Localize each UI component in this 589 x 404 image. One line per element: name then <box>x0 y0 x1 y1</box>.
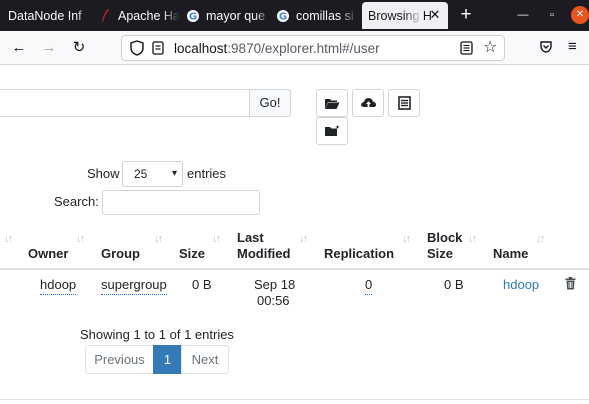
column-header-replication[interactable]: Replication <box>324 246 394 262</box>
tab-comillas[interactable]: G comillas si <box>276 0 358 31</box>
search-input[interactable] <box>102 190 260 215</box>
shield-icon[interactable] <box>130 40 144 59</box>
maximize-button[interactable]: ▫ <box>543 6 561 24</box>
column-header-size[interactable]: Size <box>179 246 205 262</box>
sort-icon[interactable]: ↓↑ <box>212 233 221 245</box>
column-header-name[interactable]: Name <box>493 246 528 262</box>
group-cell[interactable]: supergroup <box>101 277 167 295</box>
tab-mayor-que[interactable]: G mayor que <box>186 0 272 31</box>
google-icon: G <box>186 9 200 23</box>
close-tab-icon[interactable]: ✕ <box>428 8 442 22</box>
tab-browsing-hdfs[interactable]: Browsing H ✕ <box>362 2 448 29</box>
previous-button[interactable]: Previous <box>85 345 154 374</box>
page-1-button[interactable]: 1 <box>153 345 182 374</box>
size-cell: 0 B <box>192 277 212 292</box>
google-icon: G <box>276 9 290 23</box>
trash-icon[interactable] <box>565 277 576 293</box>
tab-strip: DataNode Inf Apache Ha G mayor que G com… <box>0 0 589 31</box>
column-header-block-size[interactable]: Block Size <box>427 230 467 262</box>
name-link[interactable]: hdoop <box>503 277 539 293</box>
sort-icon[interactable]: ↓↑ <box>402 233 411 245</box>
show-label: Show <box>87 166 120 181</box>
go-button[interactable]: Go! <box>249 89 291 117</box>
reload-icon[interactable]: ↻ <box>70 39 88 57</box>
sort-icon[interactable]: ↓↑ <box>4 233 13 245</box>
folder-open-icon[interactable] <box>316 89 348 117</box>
page-info-icon[interactable] <box>152 41 164 58</box>
modified-time-cell: 00:56 <box>257 293 290 308</box>
minimize-button[interactable]: — <box>514 6 532 24</box>
replication-cell[interactable]: 0 <box>365 277 373 295</box>
apache-feather-icon <box>98 8 112 23</box>
chevron-down-icon: ▾ <box>171 168 177 179</box>
address-bar[interactable]: localhost:9870/explorer.html#/user ☆ <box>121 35 505 61</box>
list-icon[interactable] <box>388 89 420 117</box>
tab-label: DataNode Inf <box>8 8 82 23</box>
owner-cell[interactable]: hdoop <box>40 277 77 295</box>
page-size-value: 25 <box>134 167 148 181</box>
tab-apache[interactable]: Apache Ha <box>98 0 180 31</box>
search-label: Search: <box>54 194 99 209</box>
pagination-info: Showing 1 to 1 of 1 entries <box>80 327 234 342</box>
svg-text:G: G <box>279 11 287 22</box>
upload-cloud-icon[interactable] <box>352 89 384 117</box>
hamburger-menu-icon[interactable]: ≡ <box>568 38 577 55</box>
sort-icon[interactable]: ↓↑ <box>299 233 308 245</box>
forward-arrow-icon[interactable]: → <box>40 39 58 57</box>
entries-label: entries <box>187 166 227 181</box>
column-header-group[interactable]: Group <box>101 246 140 262</box>
url-text: localhost:9870/explorer.html#/user <box>174 41 380 56</box>
svg-text:G: G <box>189 11 197 22</box>
create-folder-icon[interactable] <box>316 117 348 145</box>
sort-icon[interactable]: ↓↑ <box>536 233 545 245</box>
footer-divider <box>0 399 589 400</box>
new-tab-button[interactable]: + <box>455 4 477 26</box>
column-header-last-modified[interactable]: Last Modified <box>237 230 297 262</box>
block-size-cell: 0 B <box>444 277 464 292</box>
reader-view-icon[interactable] <box>460 41 473 58</box>
next-button[interactable]: Next <box>181 345 229 374</box>
column-header-owner[interactable]: Owner <box>28 246 68 262</box>
window-close-button[interactable]: ✕ <box>571 6 589 24</box>
sort-icon[interactable]: ↓↑ <box>154 233 163 245</box>
pocket-icon[interactable] <box>539 40 553 57</box>
path-input[interactable] <box>0 89 250 117</box>
bookmark-star-icon[interactable]: ☆ <box>483 39 497 57</box>
back-arrow-icon[interactable]: ← <box>10 39 28 57</box>
modified-date-cell: Sep 18 <box>254 277 296 292</box>
sort-icon[interactable]: ↓↑ <box>76 233 85 245</box>
hdfs-explorer-page: Go! Show 25 ▾ entries Search: ↓↑ Owner ↓… <box>0 66 589 404</box>
tab-datanode[interactable]: DataNode Inf <box>8 0 94 31</box>
page-size-select[interactable]: 25 ▾ <box>122 161 183 187</box>
sort-icon[interactable]: ↓↑ <box>468 233 477 245</box>
tab-label: Browsing H <box>368 8 432 23</box>
header-divider <box>0 268 589 270</box>
navigation-toolbar: ← → ↻ localhost:9870/explorer.html#/user… <box>0 31 589 65</box>
